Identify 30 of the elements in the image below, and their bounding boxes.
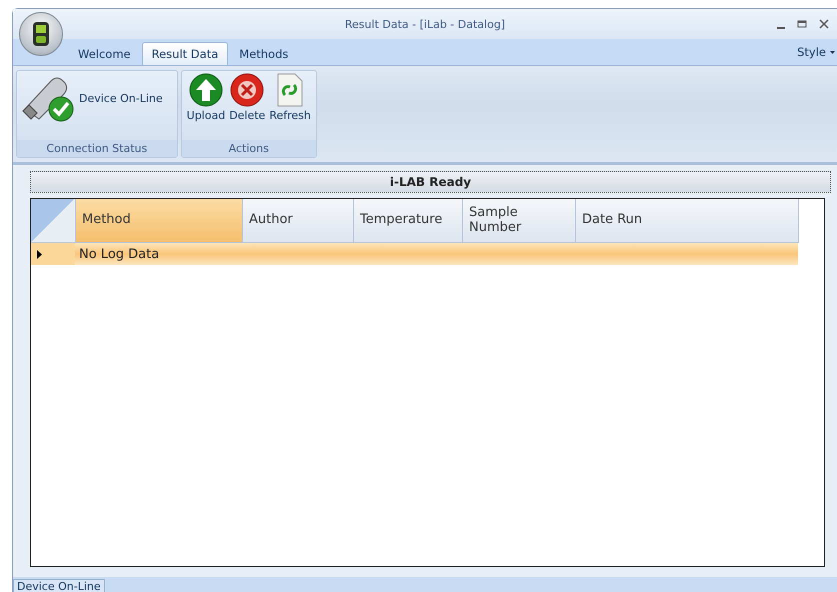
column-header[interactable]: Method bbox=[76, 199, 243, 243]
style-menu[interactable]: Style bbox=[797, 45, 837, 59]
column-header[interactable]: Date Run bbox=[576, 199, 799, 243]
ribbon-button[interactable]: Delete bbox=[228, 73, 266, 122]
caret-icon bbox=[830, 50, 835, 54]
ribbon-button[interactable]: Refresh bbox=[268, 73, 312, 122]
device-status-button[interactable]: Device On-Line bbox=[21, 73, 173, 123]
close-icon bbox=[819, 19, 829, 29]
row-pointer-icon bbox=[37, 250, 42, 258]
row-header[interactable] bbox=[31, 243, 75, 265]
column-header[interactable]: Author bbox=[243, 199, 354, 243]
window-title: Result Data - [iLab - Datalog] bbox=[344, 18, 506, 30]
panel-title: i-LAB Ready bbox=[30, 171, 831, 193]
group-title: Actions bbox=[182, 140, 316, 157]
maximize-icon bbox=[797, 19, 807, 29]
table-cell: No Log Data bbox=[75, 243, 798, 265]
column-header[interactable]: Temperature bbox=[354, 199, 463, 243]
maximize-button[interactable] bbox=[797, 19, 807, 29]
ribbon-tab[interactable]: Methods bbox=[230, 43, 298, 65]
ribbon-button[interactable]: Upload bbox=[186, 73, 226, 122]
minimize-icon bbox=[777, 26, 785, 28]
device-icon bbox=[32, 21, 50, 47]
refresh-icon bbox=[276, 73, 304, 107]
column-header[interactable]: Sample Number bbox=[463, 199, 576, 243]
status-text: Device On-Line bbox=[13, 579, 105, 592]
delete-icon bbox=[230, 73, 264, 107]
ribbon-tab[interactable]: Welcome bbox=[69, 43, 140, 65]
ribbon-tab[interactable]: Result Data bbox=[142, 42, 228, 65]
group-title: Connection Status bbox=[17, 140, 177, 157]
close-button[interactable] bbox=[819, 19, 829, 29]
